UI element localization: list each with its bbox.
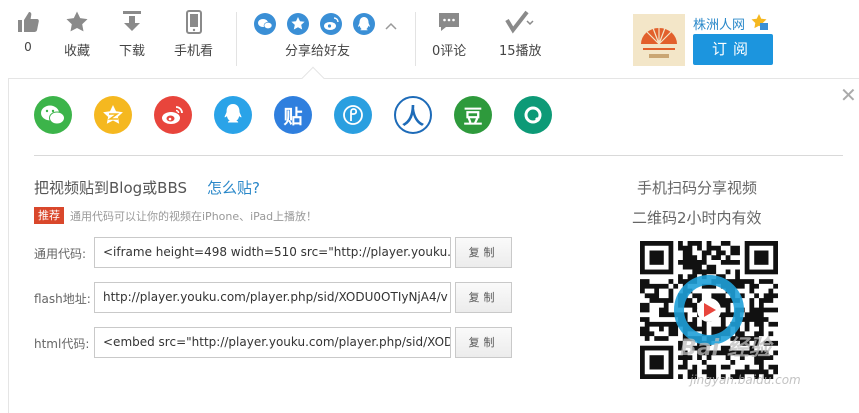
html-code-field[interactable]: <embed src="http://player.youku.com/play… [94, 327, 451, 358]
universal-code-label: 通用代码: [34, 247, 87, 261]
tieba-icon[interactable]: 贴 [274, 96, 312, 134]
download-label: 下载 [119, 44, 146, 59]
copy-html-button[interactable]: 复制 [455, 327, 512, 358]
embed-title: 把视频贴到Blog或BBS [34, 179, 187, 197]
q-icon[interactable] [514, 96, 552, 134]
toolbar-divider [236, 12, 237, 66]
toolbar-divider [415, 12, 416, 66]
avatar[interactable] [633, 14, 685, 66]
share-mini-icons [254, 13, 378, 35]
qzone-icon[interactable] [94, 96, 132, 134]
recommend-badge: 推荐 [34, 207, 64, 224]
subscribe-button[interactable]: 订阅 [693, 34, 773, 65]
universal-code-field[interactable]: <iframe height=498 width=510 src="http:/… [94, 237, 451, 268]
flash-url-label: flash地址: [34, 292, 91, 306]
wechat-mini-icon[interactable] [254, 13, 276, 35]
favorite-button[interactable]: 收藏 [64, 10, 90, 59]
qr-subtitle: 二维码2小时内有效 [632, 209, 762, 227]
html-code-label: html代码: [34, 337, 90, 351]
uploader-name[interactable]: 株洲人网 [693, 14, 745, 33]
douban-icon[interactable]: 豆 [454, 96, 492, 134]
video-toolbar: 0 收藏 下载 手机看 分享给好友 0评论 15播放 株洲人网 订阅 [0, 0, 859, 80]
weibo-mini-icon[interactable] [320, 13, 342, 35]
qq-icon[interactable] [214, 96, 252, 134]
qq-mini-icon[interactable] [353, 13, 375, 35]
download-icon [123, 11, 141, 31]
like-button[interactable]: 0 [16, 10, 40, 54]
play-trend-icon [505, 10, 534, 34]
close-icon[interactable]: ✕ [840, 85, 857, 105]
like-count: 0 [24, 40, 32, 54]
p-icon[interactable] [334, 96, 372, 134]
phone-watch-button[interactable]: 手机看 [174, 10, 213, 59]
qzone-mini-icon[interactable] [287, 13, 309, 35]
divider [34, 155, 843, 156]
watermark-url: jingyan.baidu.com [690, 373, 801, 387]
how-to-paste-link[interactable]: 怎么贴? [207, 177, 260, 198]
watermark-logo: Bai 经验 [680, 336, 771, 361]
play-count-label: 15播放 [499, 44, 542, 59]
renren-icon[interactable]: 人 [394, 96, 432, 134]
thumbs-up-icon [18, 12, 39, 32]
wechat-icon[interactable] [34, 96, 72, 134]
comment-icon [439, 13, 460, 31]
vip-badge-icon [751, 14, 768, 30]
chevron-up-icon[interactable] [385, 22, 397, 32]
share-label: 分享给好友 [284, 44, 350, 59]
favorite-label: 收藏 [64, 44, 91, 59]
tieba-glyph: 贴 [283, 105, 303, 128]
copy-universal-button[interactable]: 复制 [455, 237, 512, 268]
recommend-text: 通用代码可以让你的视频在iPhone、iPad上播放！ [70, 210, 318, 223]
comment-count: 0评论 [432, 44, 467, 59]
phone-watch-label: 手机看 [174, 44, 214, 59]
play-count: 15播放 [499, 10, 542, 59]
star-icon [66, 11, 88, 32]
douban-glyph: 豆 [463, 105, 483, 128]
mobile-phone-icon [185, 10, 202, 34]
comment-button[interactable]: 0评论 [432, 10, 466, 59]
weibo-icon[interactable] [154, 96, 192, 134]
renren-glyph: 人 [401, 105, 424, 130]
flash-url-field[interactable]: http://player.youku.com/player.php/sid/X… [94, 282, 451, 313]
download-button[interactable]: 下载 [119, 10, 145, 59]
copy-flash-button[interactable]: 复制 [455, 282, 512, 313]
qr-title: 手机扫码分享视频 [637, 179, 758, 197]
